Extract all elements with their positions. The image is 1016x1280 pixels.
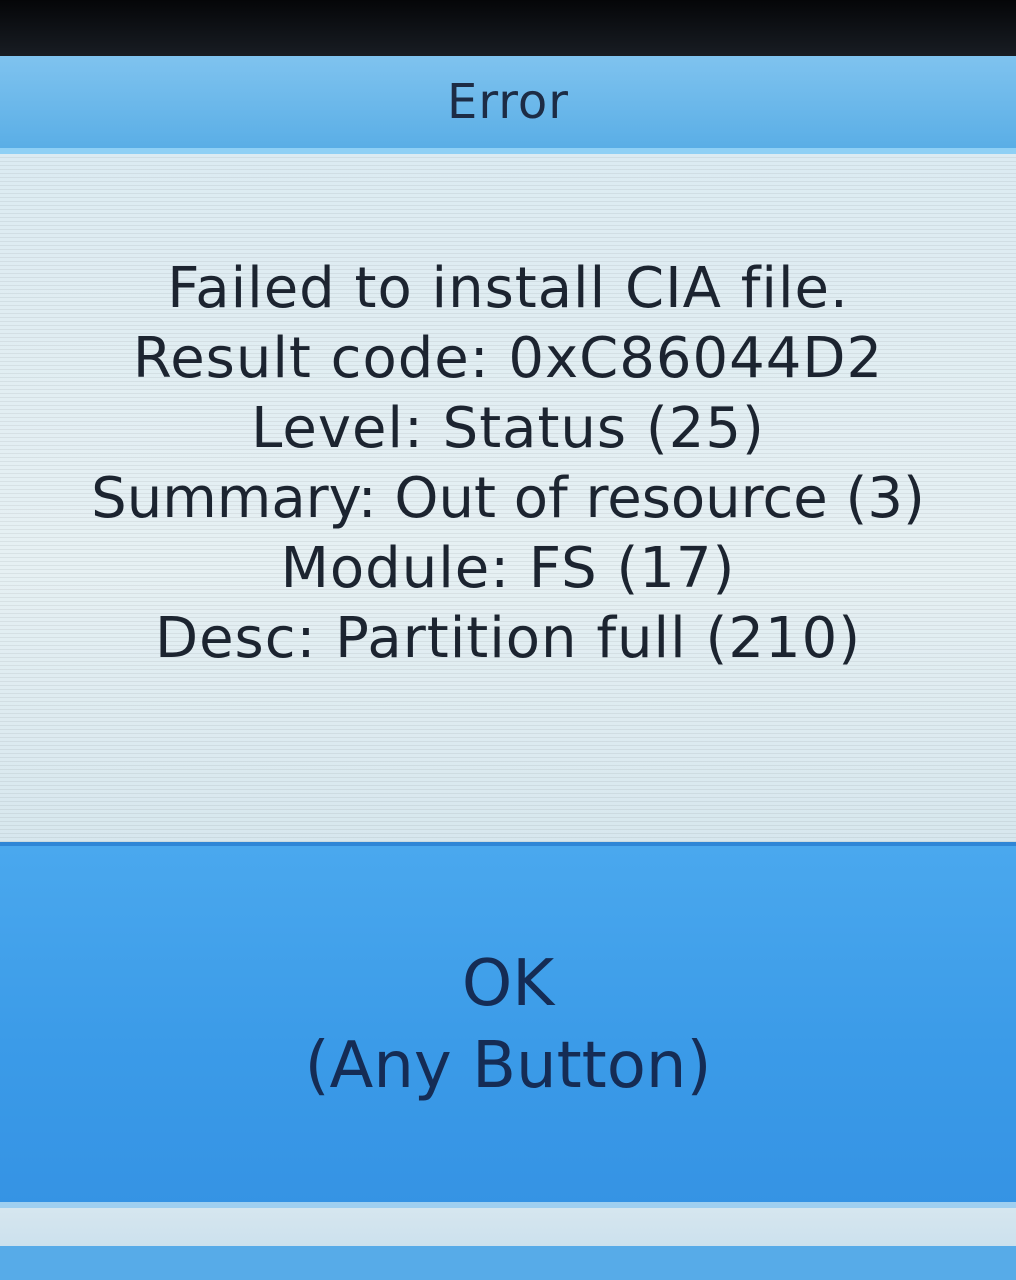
- bottom-strip: [0, 1202, 1016, 1280]
- dialog-title: Error: [447, 74, 569, 130]
- ok-button-sublabel: (Any Button): [304, 1029, 712, 1103]
- ok-button[interactable]: OK (Any Button): [0, 842, 1016, 1206]
- ok-button-label: OK: [461, 947, 555, 1021]
- error-dialog: Error Failed to install CIA file. Result…: [0, 56, 1016, 1280]
- message-line-summary: Summary: Out of resource (3): [91, 466, 925, 531]
- message-line-module: Module: FS (17): [280, 536, 736, 601]
- device-bezel: [0, 0, 1016, 62]
- dialog-title-bar: Error: [0, 56, 1016, 154]
- error-message: Failed to install CIA file. Result code:…: [0, 154, 1016, 674]
- message-line-failed: Failed to install CIA file.: [167, 256, 849, 321]
- message-line-result-code: Result code: 0xC86044D2: [132, 326, 884, 391]
- bottom-bar: [0, 1246, 1016, 1280]
- message-line-level: Level: Status (25): [251, 396, 765, 461]
- message-line-desc: Desc: Partition full (210): [154, 606, 862, 671]
